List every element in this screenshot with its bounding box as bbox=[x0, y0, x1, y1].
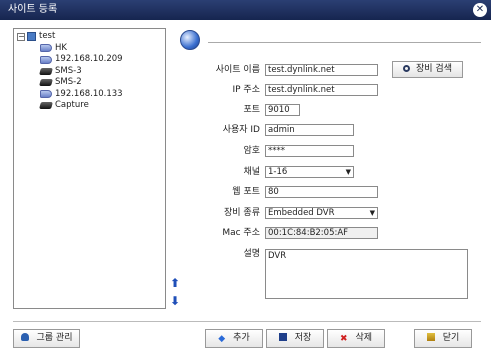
description-textarea[interactable]: DVR bbox=[265, 249, 468, 299]
tree-item-label: 192.168.10.209 bbox=[55, 54, 123, 64]
ip-input[interactable]: test.dynlink.net bbox=[265, 84, 378, 96]
divider bbox=[13, 321, 481, 322]
tree-item[interactable]: HK bbox=[17, 43, 162, 55]
site-name-label: 사이트 이름 bbox=[215, 65, 260, 75]
chevron-down-icon[interactable]: ▼ bbox=[370, 208, 375, 218]
description-label: 설명 bbox=[243, 249, 260, 259]
delete-button[interactable]: ✖ 삭제 bbox=[327, 329, 385, 348]
group-manage-label: 그룹 관리 bbox=[36, 333, 73, 343]
save-label: 저장 bbox=[294, 333, 312, 343]
site-tree[interactable]: − test HK 192.168.10.209 SMS-3 SMS-2 192… bbox=[13, 28, 166, 309]
device-type-select[interactable]: Embedded DVR ▼ bbox=[265, 207, 378, 219]
tree-item-label: HK bbox=[55, 42, 67, 53]
tree-item[interactable]: Capture bbox=[17, 100, 162, 112]
add-label: 추가 bbox=[233, 333, 250, 343]
tree-root[interactable]: − test bbox=[17, 31, 162, 43]
device-search-label: 장비 검색 bbox=[416, 64, 452, 74]
close-label: 닫기 bbox=[442, 333, 460, 343]
add-icon: ◆ bbox=[218, 334, 226, 344]
dvr-icon bbox=[39, 79, 53, 87]
device-type-label: 장비 종류 bbox=[224, 208, 260, 218]
device-type-value: Embedded DVR bbox=[268, 208, 335, 218]
globe-icon bbox=[180, 30, 200, 50]
port-label: 포트 bbox=[243, 105, 260, 115]
dvr-icon bbox=[39, 102, 53, 110]
tree-item-label: 192.168.10.133 bbox=[55, 88, 123, 99]
tree-item[interactable]: SMS-2 bbox=[17, 77, 162, 89]
window-title: 사이트 등록 bbox=[8, 4, 58, 15]
password-label: 암호 bbox=[243, 146, 260, 156]
device-search-button[interactable]: 장비 검색 bbox=[392, 61, 463, 78]
tree-item-label: SMS-2 bbox=[55, 77, 82, 87]
password-input[interactable]: **** bbox=[265, 145, 354, 157]
collapse-icon[interactable]: − bbox=[17, 32, 25, 41]
delete-label: 삭제 bbox=[355, 333, 373, 343]
mac-field: 00:1C:84:B2:05:AF bbox=[265, 227, 378, 239]
tree-item-label: SMS-3 bbox=[55, 65, 82, 76]
tree-item[interactable]: 192.168.10.133 bbox=[17, 89, 162, 101]
chevron-down-icon[interactable]: ▼ bbox=[346, 167, 351, 177]
user-id-input[interactable]: admin bbox=[265, 124, 354, 136]
move-down-icon[interactable]: ⬇ bbox=[170, 295, 180, 308]
search-icon bbox=[403, 65, 410, 72]
save-icon bbox=[278, 333, 287, 341]
window-titlebar: 사이트 등록 ✕ bbox=[0, 0, 491, 20]
tree-item[interactable]: SMS-3 bbox=[17, 66, 162, 78]
dvr-icon bbox=[39, 67, 53, 75]
group-manage-button[interactable]: 그룹 관리 bbox=[13, 329, 80, 348]
add-button[interactable]: ◆ 추가 bbox=[205, 329, 263, 348]
web-port-label: 웹 포트 bbox=[232, 187, 260, 197]
close-icon[interactable]: ✕ bbox=[473, 3, 487, 17]
camera-icon bbox=[40, 90, 52, 99]
web-port-input[interactable]: 80 bbox=[265, 186, 378, 198]
divider bbox=[208, 42, 481, 43]
close-button[interactable]: 닫기 bbox=[414, 329, 472, 348]
delete-icon: ✖ bbox=[339, 334, 348, 344]
site-name-input[interactable]: test.dynlink.net bbox=[265, 64, 378, 76]
move-up-icon[interactable]: ⬆ bbox=[170, 277, 180, 290]
port-input[interactable]: 9010 bbox=[265, 104, 300, 116]
user-id-label: 사용자 ID bbox=[222, 125, 260, 135]
tree-root-label: test bbox=[39, 31, 56, 41]
channel-select[interactable]: 1-16 ▼ bbox=[265, 166, 354, 178]
save-button[interactable]: 저장 bbox=[266, 329, 324, 348]
mac-label: Mac 주소 bbox=[222, 228, 260, 238]
channel-value: 1-16 bbox=[268, 167, 288, 177]
group-icon bbox=[27, 32, 36, 42]
group-icon bbox=[20, 333, 29, 341]
tree-item[interactable]: 192.168.10.209 bbox=[17, 54, 162, 66]
tree-item-label: Capture bbox=[55, 100, 89, 110]
channel-label: 채널 bbox=[243, 167, 260, 177]
door-icon bbox=[426, 333, 435, 341]
camera-icon bbox=[40, 44, 52, 53]
camera-icon bbox=[40, 55, 52, 64]
ip-label: IP 주소 bbox=[232, 85, 260, 95]
